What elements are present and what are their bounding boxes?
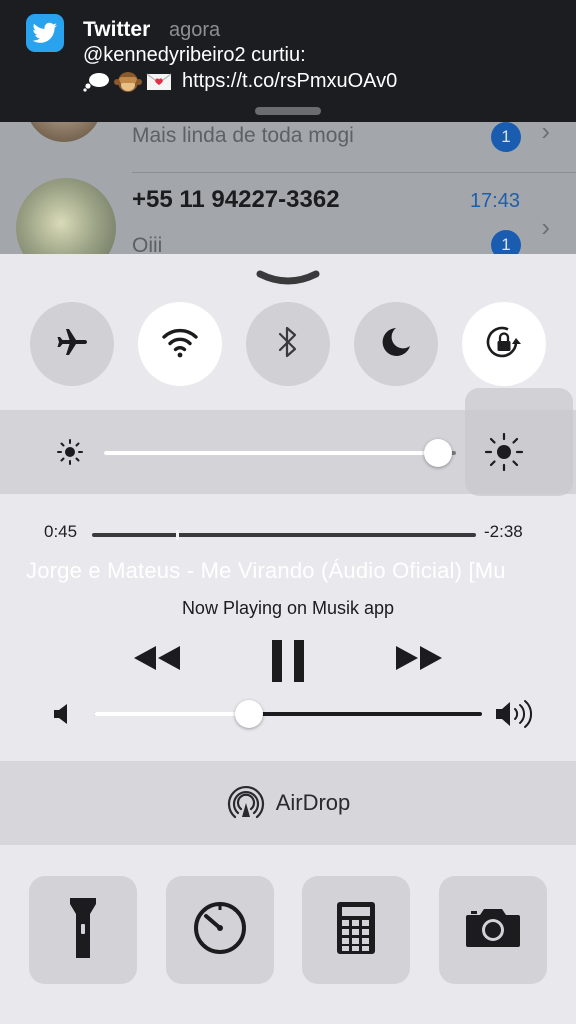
thought-balloon-emoji [83, 71, 111, 93]
airdrop-icon [226, 781, 266, 826]
scrubber-track [92, 533, 476, 537]
message-time: 17:43 [469, 190, 520, 212]
do-not-disturb-toggle[interactable] [354, 302, 438, 386]
timer-button[interactable] [166, 876, 274, 984]
rewind-button[interactable] [130, 640, 182, 681]
notification-time: agora [169, 19, 221, 41]
wifi-icon [160, 325, 200, 364]
brightness-fill [104, 451, 439, 455]
flashlight-icon [68, 896, 98, 965]
chevron-down-icon[interactable] [256, 268, 320, 295]
see-no-evil-monkey-emoji [114, 71, 142, 93]
calculator-icon [336, 901, 376, 960]
avatar [16, 178, 116, 260]
fast-forward-button[interactable] [394, 640, 446, 681]
bluetooth-icon [275, 323, 301, 366]
notification-link[interactable]: https://t.co/rsPmxuOAv0 [182, 70, 397, 93]
rotation-lock-toggle[interactable] [462, 302, 546, 386]
pause-button[interactable] [270, 640, 306, 687]
rotation-lock-icon [482, 322, 526, 367]
wifi-toggle[interactable] [138, 302, 222, 386]
brightness-low-icon [56, 438, 84, 471]
unread-badge: 1 [491, 122, 521, 152]
notification-banner[interactable]: Twitter agora @kennedyribeiro2 curtiu: h… [0, 0, 576, 122]
airdrop-label: AirDrop [275, 790, 351, 815]
quick-toggles [0, 302, 576, 386]
scrubber-playhead[interactable] [176, 530, 180, 540]
message-preview: Mais linda de toda mogi [132, 124, 354, 147]
shortcut-tiles [0, 876, 576, 984]
elapsed-time: 0:45 [44, 522, 78, 541]
rewind-icon [130, 646, 182, 680]
divider [132, 172, 576, 173]
volume-fill [94, 712, 250, 716]
fast-forward-icon [394, 646, 446, 680]
twitter-bird-icon [26, 14, 64, 52]
timer-icon [192, 900, 248, 961]
camera-button[interactable] [439, 876, 547, 984]
airplane-mode-toggle[interactable] [30, 302, 114, 386]
volume-low-icon [52, 702, 72, 731]
moon-icon [379, 325, 413, 364]
banner-grabber[interactable] [255, 107, 321, 115]
control-center: 0:45 -2:38 Jorge e Mateus - Me Virando (… [0, 254, 576, 1024]
pause-icon [270, 640, 306, 686]
airdrop-button[interactable]: AirDrop [0, 761, 576, 845]
notification-body: https://t.co/rsPmxuOAv0 [83, 70, 397, 93]
list-item: +55 11 94227-3362 17:43 Oiii 1 › [0, 176, 576, 260]
volume-high-icon [494, 698, 536, 735]
calculator-button[interactable] [302, 876, 410, 984]
brightness-high-icon [484, 432, 524, 477]
volume-thumb[interactable] [235, 700, 264, 728]
camera-icon [464, 907, 522, 954]
love-letter-emoji [145, 71, 173, 93]
chevron-right-icon: › [541, 212, 550, 242]
contact-name: +55 11 94227-3362 [132, 186, 340, 213]
remaining-time: -2:38 [484, 522, 523, 541]
now-playing-source[interactable]: Now Playing on Musik app [0, 598, 576, 619]
flashlight-button[interactable] [29, 876, 137, 984]
notification-text: @kennedyribeiro2 curtiu: [83, 44, 306, 66]
airplane-icon [54, 324, 90, 365]
song-title: Jorge e Mateus - Me Virando (Áudio Ofici… [26, 558, 506, 583]
notification-app-name: Twitter [83, 18, 151, 41]
bluetooth-toggle[interactable] [246, 302, 330, 386]
